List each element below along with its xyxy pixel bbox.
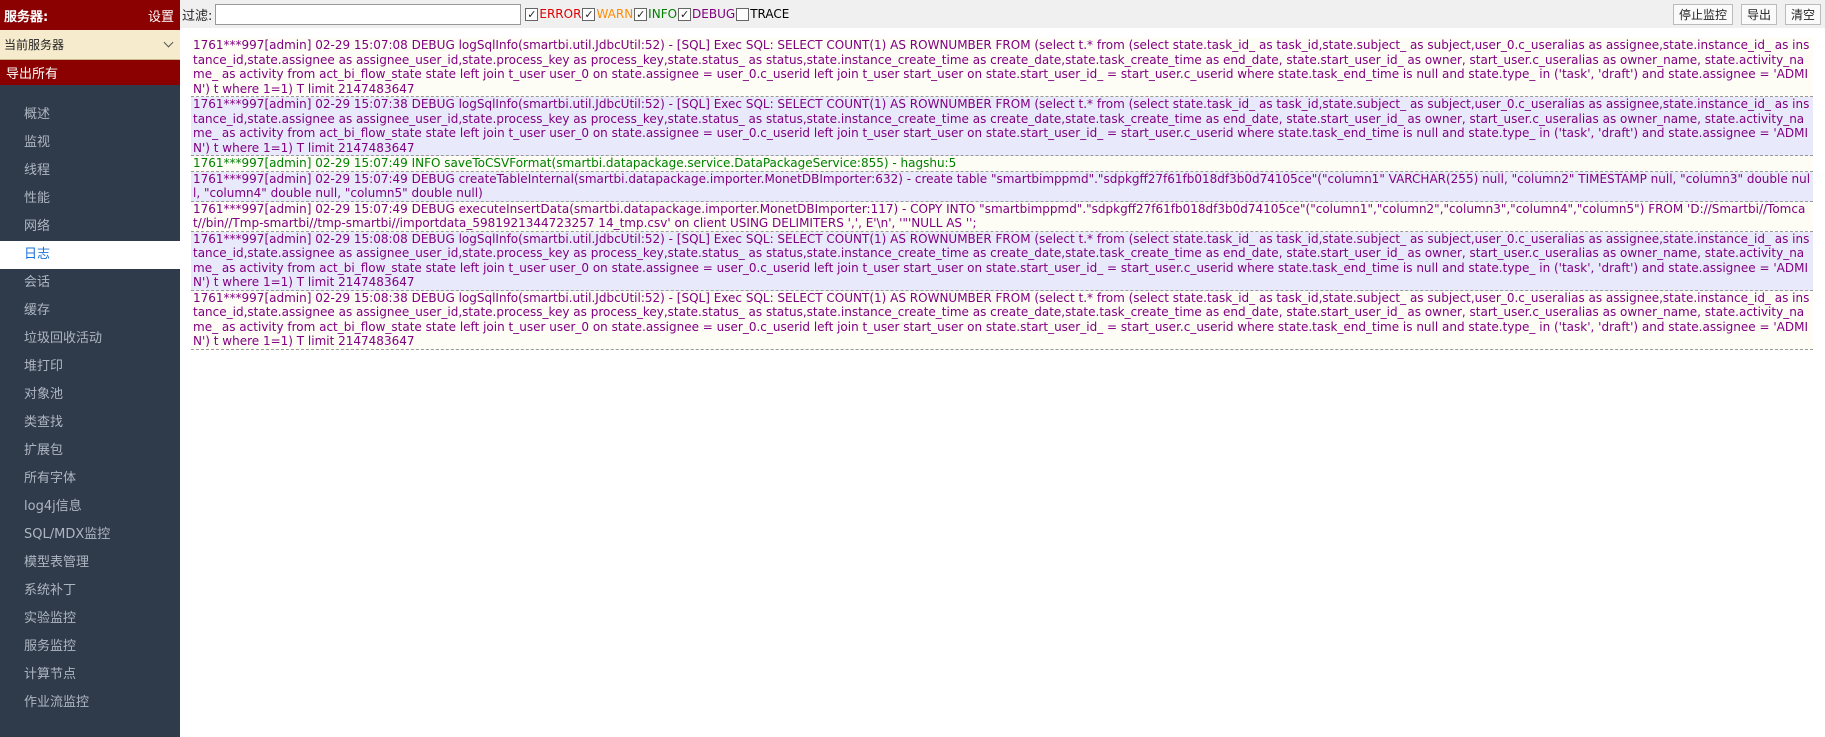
sidebar-item[interactable]: 缓存 bbox=[0, 297, 180, 325]
sidebar-item[interactable]: 所有字体 bbox=[0, 465, 180, 493]
checkbox-checked-icon[interactable]: ✓ bbox=[678, 7, 692, 21]
level-label: DEBUG bbox=[692, 7, 736, 21]
checkbox-checked-icon[interactable]: ✓ bbox=[582, 7, 596, 21]
sidebar-item[interactable]: 垃圾回收活动 bbox=[0, 325, 180, 353]
sidebar-item[interactable]: 监视 bbox=[0, 129, 180, 157]
sidebar-item[interactable]: 概述 bbox=[0, 101, 180, 129]
sidebar-item[interactable]: 性能 bbox=[0, 185, 180, 213]
level-checkbox-trace[interactable]: TRACE bbox=[736, 7, 790, 21]
log-entry: 1761***997[admin] 02-29 15:08:38 DEBUG l… bbox=[191, 290, 1813, 350]
sidebar-item[interactable]: 对象池 bbox=[0, 381, 180, 409]
level-checkbox-info[interactable]: ✓ INFO bbox=[634, 7, 678, 21]
sidebar-item[interactable]: 会话 bbox=[0, 269, 180, 297]
level-label: ERROR bbox=[539, 7, 582, 21]
log-entry: 1761***997[admin] 02-29 15:07:49 DEBUG e… bbox=[191, 201, 1813, 232]
sidebar-item[interactable]: 计算节点 bbox=[0, 661, 180, 689]
stop-monitor-button[interactable]: 停止监控 bbox=[1672, 4, 1733, 25]
sidebar-item[interactable]: 实验监控 bbox=[0, 605, 180, 633]
sidebar: 服务器: 设置 当前服务器 导出所有 概述 监视 线程 性能 网络 日志 会话 缓存 垃圾回收活… bbox=[0, 0, 180, 737]
checkbox-checked-icon[interactable]: ✓ bbox=[525, 7, 539, 21]
checkbox-checked-icon[interactable]: ✓ bbox=[634, 7, 648, 21]
level-label: INFO bbox=[648, 7, 678, 21]
export-button[interactable]: 导出 bbox=[1740, 4, 1777, 25]
level-filters: ✓ ERROR ✓ WARN ✓ INFO ✓ DEBUG TRACE bbox=[525, 7, 790, 21]
log-list: 1761***997[admin] 02-29 15:07:08 DEBUG l… bbox=[191, 38, 1813, 350]
level-label: TRACE bbox=[750, 7, 790, 21]
log-entry: 1761***997[admin] 02-29 15:08:08 DEBUG l… bbox=[191, 231, 1813, 291]
level-checkbox-warn[interactable]: ✓ WARN bbox=[582, 7, 634, 21]
sidebar-item[interactable]: 日志 bbox=[0, 241, 180, 269]
export-all-button[interactable]: 导出所有 bbox=[0, 60, 180, 85]
level-label: WARN bbox=[596, 7, 634, 21]
sidebar-item[interactable]: 堆打印 bbox=[0, 353, 180, 381]
level-checkbox-debug[interactable]: ✓ DEBUG bbox=[678, 7, 736, 21]
server-select-value: 当前服务器 bbox=[4, 38, 65, 52]
toolbar-buttons: 停止监控 导出 清空 bbox=[1672, 4, 1821, 25]
sidebar-item[interactable]: 服务监控 bbox=[0, 633, 180, 661]
clear-button[interactable]: 清空 bbox=[1784, 4, 1821, 25]
toolbar: 过滤: ✓ ERROR ✓ WARN ✓ INFO ✓ DEBUG TRACE 停止监控 导出 … bbox=[180, 0, 1825, 28]
sidebar-item[interactable]: log4j信息 bbox=[0, 493, 180, 521]
log-entry: 1761***997[admin] 02-29 15:07:49 INFO sa… bbox=[191, 156, 1813, 172]
log-entry: 1761***997[admin] 02-29 15:07:49 DEBUG c… bbox=[191, 171, 1813, 202]
settings-link[interactable]: 设置 bbox=[148, 6, 174, 25]
sidebar-item[interactable]: 模型表管理 bbox=[0, 549, 180, 577]
chevron-down-icon bbox=[163, 37, 174, 48]
sidebar-item[interactable]: 网络 bbox=[0, 213, 180, 241]
sidebar-item[interactable]: 扩展包 bbox=[0, 437, 180, 465]
sidebar-item[interactable]: SQL/MDX监控 bbox=[0, 521, 180, 549]
sidebar-item[interactable]: 作业流监控 bbox=[0, 689, 180, 717]
server-select[interactable]: 当前服务器 bbox=[0, 30, 180, 60]
sidebar-menu: 概述 监视 线程 性能 网络 日志 会话 缓存 垃圾回收活动 堆打印 对象池 类查找 扩展包 所有字体 lo… bbox=[0, 101, 180, 717]
log-entry: 1761***997[admin] 02-29 15:07:38 DEBUG l… bbox=[191, 97, 1813, 156]
log-entry: 1761***997[admin] 02-29 15:07:08 DEBUG l… bbox=[191, 38, 1813, 97]
sidebar-item[interactable]: 系统补丁 bbox=[0, 577, 180, 605]
filter-label: 过滤: bbox=[182, 8, 213, 24]
level-checkbox-error[interactable]: ✓ ERROR bbox=[525, 7, 582, 21]
sidebar-item[interactable]: 类查找 bbox=[0, 409, 180, 437]
server-title: 服务器: bbox=[4, 9, 49, 25]
sidebar-item[interactable]: 线程 bbox=[0, 157, 180, 185]
filter-input[interactable] bbox=[215, 3, 522, 25]
sidebar-header: 服务器: 设置 bbox=[0, 0, 180, 30]
checkbox-unchecked-icon[interactable] bbox=[736, 7, 750, 21]
